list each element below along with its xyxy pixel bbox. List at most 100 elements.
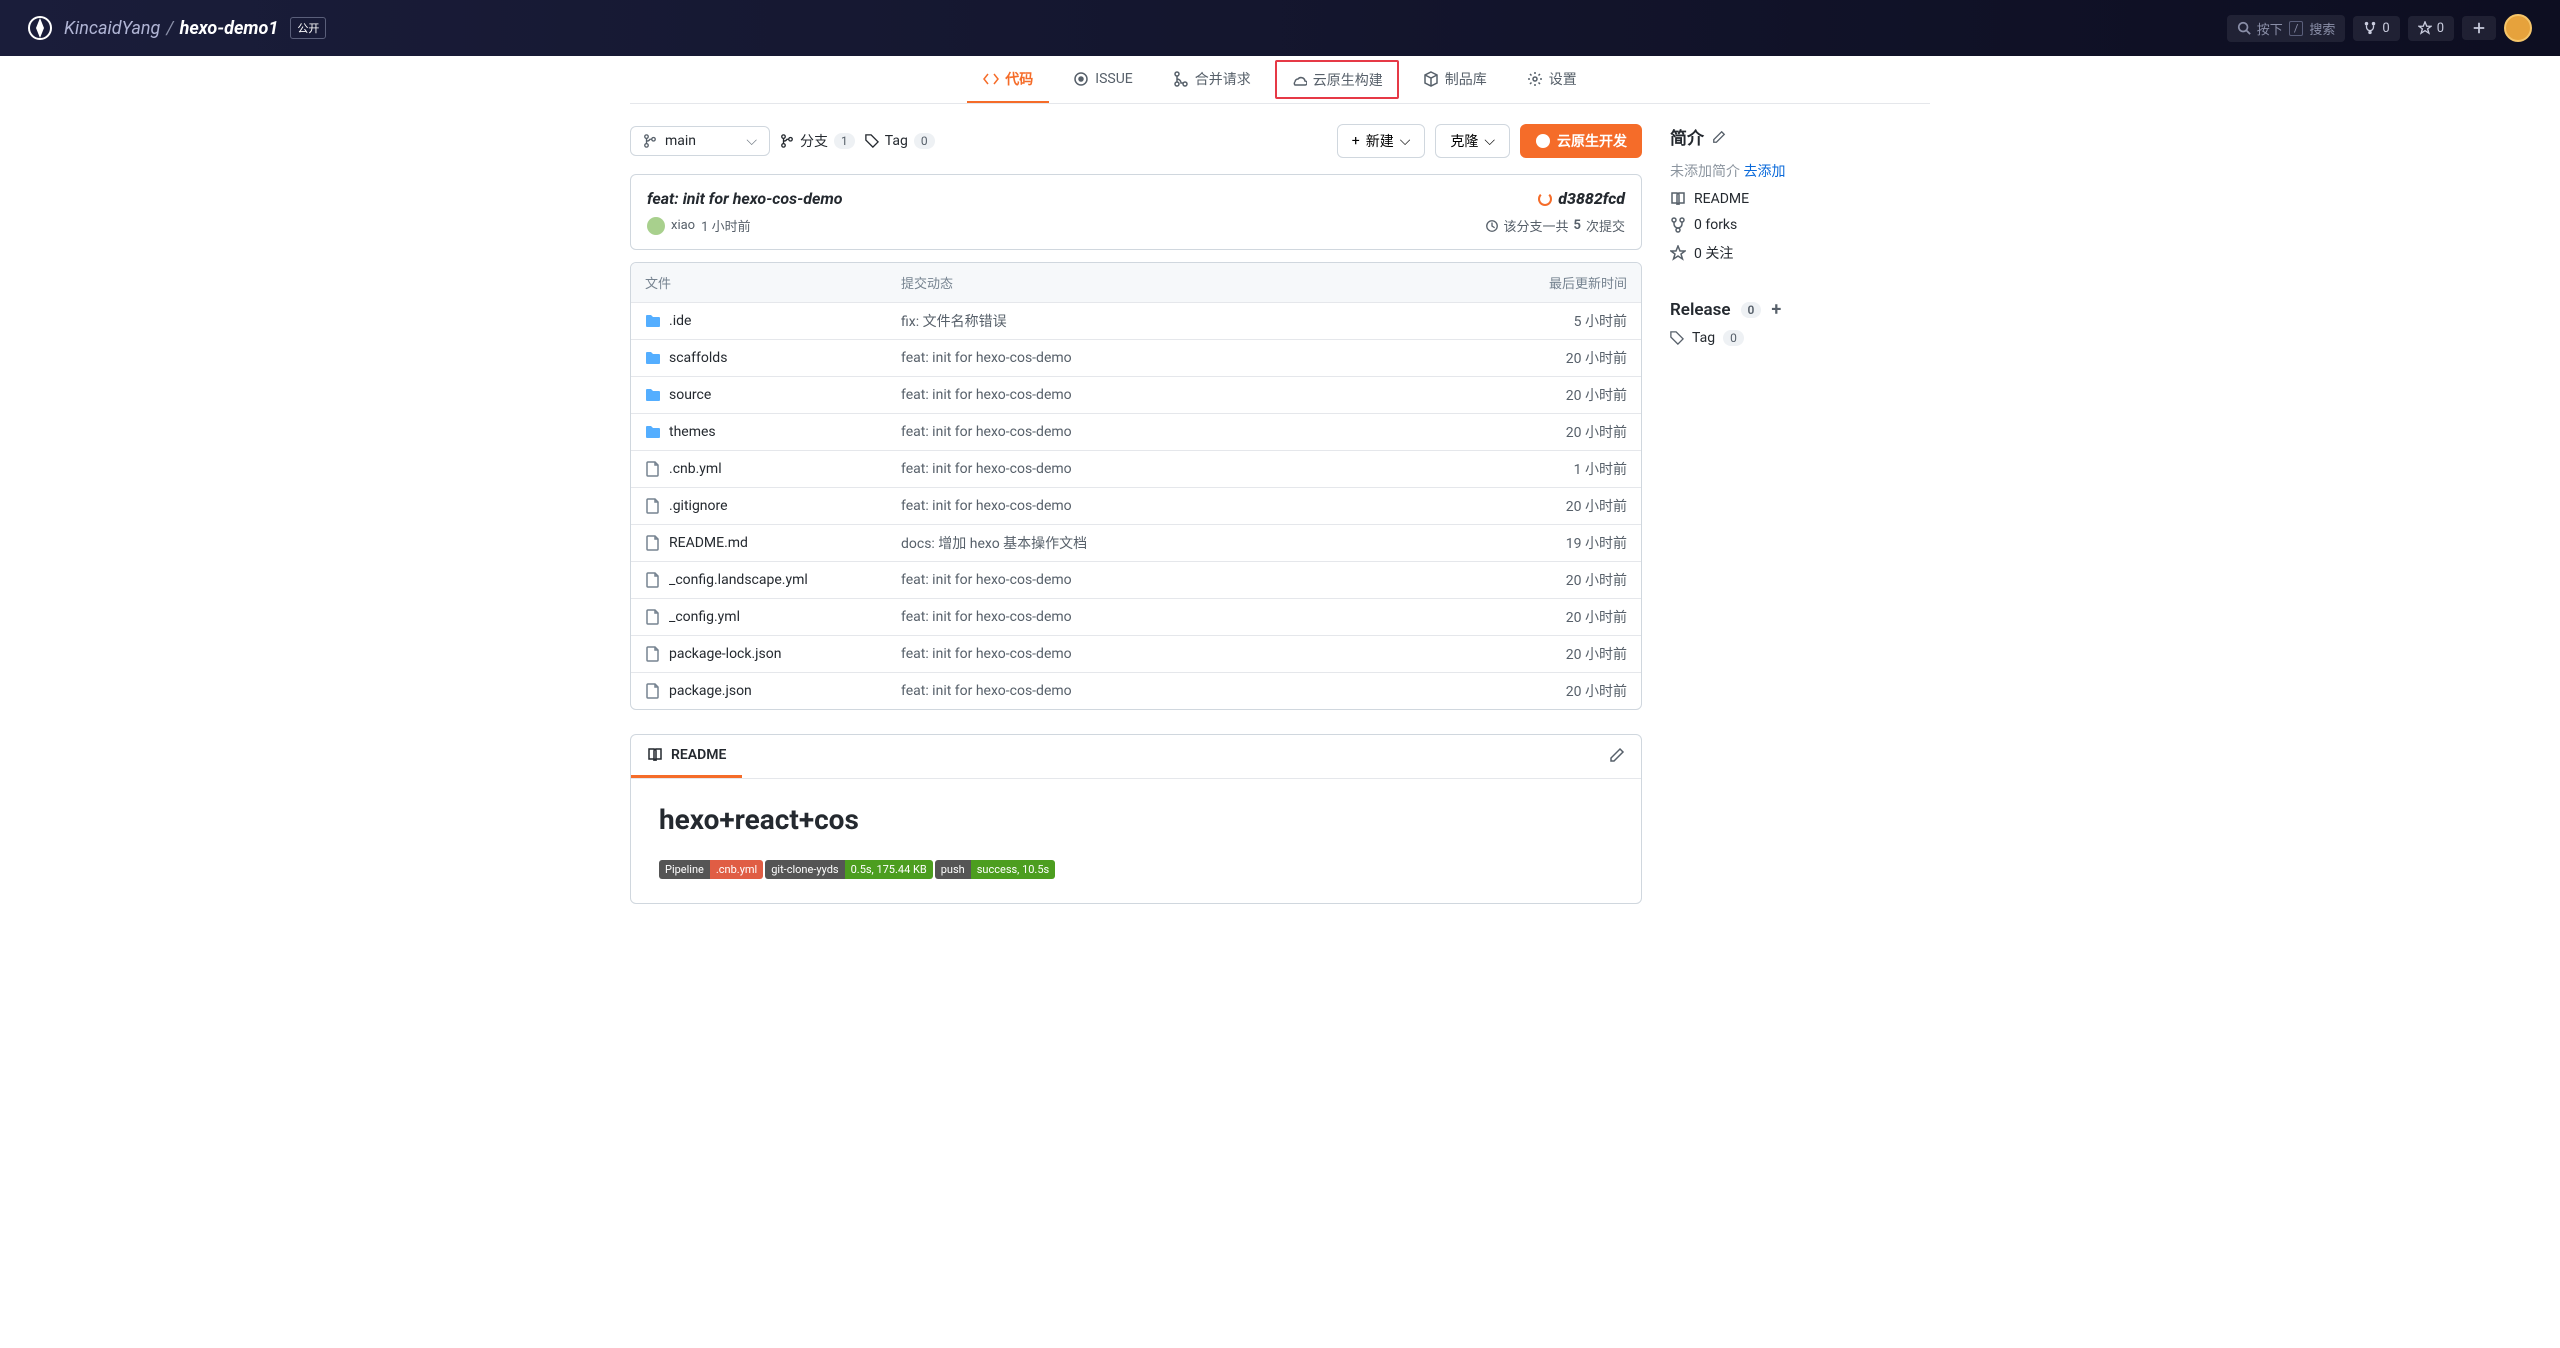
- forks-link[interactable]: 0 forks: [1670, 217, 1930, 233]
- intro-title: 简介: [1670, 124, 1930, 149]
- file-name: source: [669, 387, 711, 403]
- file-commit-msg[interactable]: feat: init for hexo-cos-demo: [901, 498, 1566, 514]
- file-icon: [645, 609, 661, 625]
- file-row[interactable]: source feat: init for hexo-cos-demo20 小时前: [631, 376, 1641, 413]
- readme-edit-button[interactable]: [1593, 747, 1641, 767]
- commit-title[interactable]: feat: init for hexo-cos-demo: [647, 189, 843, 208]
- toolbar: main ⌵ 分支 1 Tag 0 + 新建 ⌵ 克隆 ⌵ 云原生开发: [630, 124, 1642, 158]
- branch-selector[interactable]: main ⌵: [630, 126, 770, 156]
- file-row[interactable]: package-lock.jsonfeat: init for hexo-cos…: [631, 635, 1641, 672]
- intro-desc: 未添加简介 去添加: [1670, 161, 1930, 181]
- tab-packages[interactable]: 制品库: [1407, 56, 1503, 103]
- search-box[interactable]: 按下 / 搜索: [2227, 15, 2346, 42]
- watch-link[interactable]: 0 关注: [1670, 243, 1930, 263]
- file-name: .cnb.yml: [669, 461, 722, 477]
- readme-link[interactable]: README: [1670, 191, 1930, 207]
- folder-icon: [645, 387, 661, 403]
- main-header: KincaidYang / hexo-demo1 公开 按下 / 搜索 0 0: [0, 0, 2560, 56]
- sidebar: 简介 未添加简介 去添加 README 0 forks 0 关注 Release…: [1670, 124, 1930, 904]
- history-icon: [1485, 219, 1499, 233]
- file-commit-msg[interactable]: feat: init for hexo-cos-demo: [901, 424, 1566, 440]
- file-icon: [645, 572, 661, 588]
- toolbar-right: + 新建 ⌵ 克隆 ⌵ 云原生开发: [1337, 124, 1642, 158]
- tags-link[interactable]: Tag 0: [865, 133, 935, 149]
- file-time: 5 小时前: [1574, 311, 1627, 331]
- file-commit-msg[interactable]: fix: 文件名称错误: [901, 311, 1574, 331]
- file-row[interactable]: README.mddocs: 增加 hexo 基本操作文档19 小时前: [631, 524, 1641, 561]
- file-commit-msg[interactable]: feat: init for hexo-cos-demo: [901, 572, 1566, 588]
- file-commit-msg[interactable]: feat: init for hexo-cos-demo: [901, 683, 1566, 699]
- fork-icon: [1670, 217, 1686, 233]
- fork-button[interactable]: 0: [2353, 16, 2399, 41]
- file-row[interactable]: .cnb.ymlfeat: init for hexo-cos-demo1 小时…: [631, 450, 1641, 487]
- file-name: _config.yml: [669, 609, 740, 625]
- tab-cloud-build[interactable]: 云原生构建: [1275, 60, 1399, 99]
- readme-content: hexo+react+cos Pipeline.cnb.yml git-clon…: [631, 779, 1641, 903]
- commit-author[interactable]: xiao 1 小时前: [647, 216, 751, 235]
- file-row[interactable]: .gitignorefeat: init for hexo-cos-demo20…: [631, 487, 1641, 524]
- author-avatar: [647, 217, 665, 235]
- readme-tab[interactable]: README: [631, 735, 742, 778]
- file-commit-msg[interactable]: feat: init for hexo-cos-demo: [901, 646, 1566, 662]
- readme-title: hexo+react+cos: [659, 803, 1613, 836]
- cloud-dev-button[interactable]: 云原生开发: [1520, 124, 1642, 158]
- file-table-header: 文件 提交动态 最后更新时间: [631, 263, 1641, 302]
- tab-merge[interactable]: 合并请求: [1157, 56, 1267, 103]
- tab-settings[interactable]: 设置: [1511, 56, 1593, 103]
- commit-box: feat: init for hexo-cos-demo d3882fcd xi…: [630, 174, 1642, 250]
- breadcrumb-owner[interactable]: KincaidYang: [64, 18, 160, 39]
- commit-hash[interactable]: d3882fcd: [1538, 189, 1625, 208]
- star-icon: [1670, 245, 1686, 261]
- file-name: _config.landscape.yml: [669, 572, 808, 588]
- tag-count: 0: [914, 133, 935, 149]
- file-row[interactable]: .idefix: 文件名称错误5 小时前: [631, 302, 1641, 339]
- code-icon: [983, 71, 999, 87]
- header-left: KincaidYang / hexo-demo1 公开: [28, 16, 326, 40]
- search-label: 搜索: [2309, 19, 2335, 38]
- new-button[interactable]: + 新建 ⌵: [1337, 124, 1426, 158]
- add-release-button[interactable]: +: [1771, 299, 1781, 320]
- file-commit-msg[interactable]: feat: init for hexo-cos-demo: [901, 350, 1566, 366]
- file-commit-msg[interactable]: feat: init for hexo-cos-demo: [901, 609, 1566, 625]
- add-intro-link[interactable]: 去添加: [1743, 164, 1785, 180]
- pencil-icon[interactable]: [1712, 130, 1726, 144]
- branches-link[interactable]: 分支 1: [780, 131, 855, 151]
- avatar[interactable]: [2504, 14, 2532, 42]
- tab-issue[interactable]: ISSUE: [1057, 56, 1148, 103]
- header-right: 按下 / 搜索 0 0: [2227, 14, 2532, 42]
- clone-button[interactable]: 克隆 ⌵: [1435, 124, 1510, 158]
- commit-count[interactable]: 该分支一共 5 次提交: [1485, 216, 1626, 235]
- file-commit-msg[interactable]: feat: init for hexo-cos-demo: [901, 461, 1574, 477]
- file-time: 20 小时前: [1566, 385, 1627, 405]
- branch-icon: [643, 134, 657, 148]
- pencil-icon: [1609, 747, 1625, 763]
- release-tag[interactable]: Tag 0: [1670, 330, 1930, 346]
- file-time: 19 小时前: [1566, 533, 1627, 553]
- file-row[interactable]: _config.landscape.yml feat: init for hexo…: [631, 561, 1641, 598]
- plus-button[interactable]: [2462, 16, 2496, 40]
- tab-code[interactable]: 代码: [967, 56, 1049, 103]
- release-header: Release 0 +: [1670, 299, 1930, 320]
- file-time: 20 小时前: [1566, 681, 1627, 701]
- col-name-header: 文件: [645, 273, 901, 292]
- breadcrumb-repo[interactable]: hexo-demo1: [180, 18, 279, 39]
- file-row[interactable]: themesfeat: init for hexo-cos-demo20 小时前: [631, 413, 1641, 450]
- star-icon: [2418, 21, 2432, 35]
- file-time: 20 小时前: [1566, 348, 1627, 368]
- star-button[interactable]: 0: [2408, 16, 2454, 41]
- main-container: main ⌵ 分支 1 Tag 0 + 新建 ⌵ 克隆 ⌵ 云原生开发: [630, 104, 1930, 924]
- file-commit-msg[interactable]: feat: init for hexo-cos-demo: [901, 387, 1566, 403]
- readme-section: README hexo+react+cos Pipeline.cnb.yml g…: [630, 734, 1642, 904]
- release-section: Release 0 + Tag 0: [1670, 299, 1930, 346]
- file-row[interactable]: _config.ymlfeat: init for hexo-cos-demo2…: [631, 598, 1641, 635]
- file-commit-msg[interactable]: docs: 增加 hexo 基本操作文档: [901, 533, 1566, 553]
- star-count: 0: [2437, 21, 2444, 36]
- file-row[interactable]: package.jsonfeat: init for hexo-cos-demo…: [631, 672, 1641, 709]
- plus-icon: [2472, 21, 2486, 35]
- file-icon: [645, 646, 661, 662]
- folder-icon: [645, 350, 661, 366]
- book-icon: [1670, 191, 1686, 207]
- cloud-icon: [1535, 133, 1551, 149]
- file-row[interactable]: scaffoldsfeat: init for hexo-cos-demo20 …: [631, 339, 1641, 376]
- branch-icon: [780, 134, 794, 148]
